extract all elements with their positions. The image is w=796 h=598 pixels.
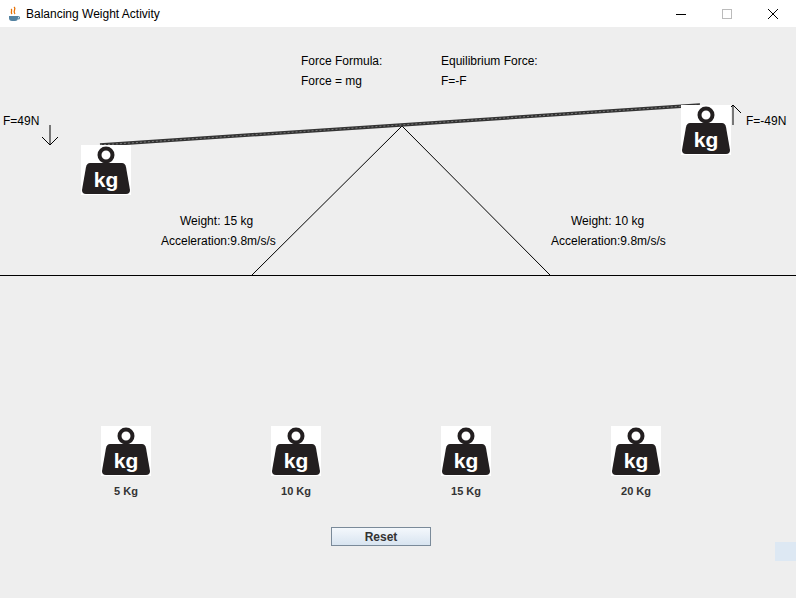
title-bar: Balancing Weight Activity bbox=[0, 0, 796, 27]
weight-palette: kg 5 Kg kg 10 Kg kg 15 Kg kg 20 Kg bbox=[66, 426, 696, 498]
weight-label: Weight: 15 kg bbox=[180, 214, 253, 228]
weight-label: Weight: 10 kg bbox=[571, 214, 644, 228]
acceleration-label: Acceleration:9.8m/s/s bbox=[161, 234, 276, 248]
minimize-button[interactable] bbox=[658, 0, 704, 27]
weight-option-label: 20 Kg bbox=[621, 484, 651, 498]
weight-icon-label: kg bbox=[94, 168, 119, 191]
weight-icon-label: kg bbox=[114, 449, 139, 472]
weight-icon[interactable]: kg bbox=[611, 426, 661, 476]
weight-option-label: 15 Kg bbox=[451, 484, 481, 498]
window-title: Balancing Weight Activity bbox=[26, 7, 160, 21]
placed-weight-icon[interactable]: kg bbox=[681, 105, 731, 155]
weight-icon[interactable]: kg bbox=[101, 426, 151, 476]
weight-option[interactable]: kg 5 Kg bbox=[66, 426, 186, 498]
minimize-icon bbox=[676, 9, 686, 19]
formula-value: Force = mg bbox=[301, 74, 362, 88]
placed-weight-icon[interactable]: kg bbox=[81, 145, 131, 195]
weight-icon-label: kg bbox=[624, 449, 649, 472]
formula-value: F=-F bbox=[441, 74, 467, 88]
activity-canvas: Force Formula: Force = mg Equilibrium Forc… bbox=[0, 27, 796, 598]
maximize-icon bbox=[722, 9, 732, 19]
reset-button-label: Reset bbox=[365, 530, 398, 544]
reset-button[interactable]: Reset bbox=[331, 527, 431, 546]
weight-icon-label: kg bbox=[284, 449, 309, 472]
weight-option[interactable]: kg 20 Kg bbox=[576, 426, 696, 498]
weight-icon[interactable]: kg bbox=[271, 426, 321, 476]
java-icon bbox=[7, 6, 21, 22]
formula-label: Force Formula: bbox=[301, 54, 382, 68]
close-icon bbox=[768, 9, 778, 19]
force-label: F=-49N bbox=[746, 114, 786, 128]
close-button[interactable] bbox=[750, 0, 796, 27]
weight-icon-label: kg bbox=[694, 128, 719, 151]
maximize-button[interactable] bbox=[704, 0, 750, 27]
weight-option[interactable]: kg 15 Kg bbox=[406, 426, 526, 498]
weight-option-label: 5 Kg bbox=[114, 484, 138, 498]
corner-block bbox=[775, 542, 796, 561]
app-window: Balancing Weight Activity Force Formula:… bbox=[0, 0, 796, 598]
force-label: F=49N bbox=[3, 114, 39, 128]
down-arrow-icon bbox=[42, 125, 58, 146]
acceleration-label: Acceleration:9.8m/s/s bbox=[551, 234, 666, 248]
weight-option-label: 10 Kg bbox=[281, 484, 311, 498]
formula-label: Equilibrium Force: bbox=[441, 54, 538, 68]
weight-icon[interactable]: kg bbox=[441, 426, 491, 476]
weight-option[interactable]: kg 10 Kg bbox=[236, 426, 356, 498]
weight-icon-label: kg bbox=[454, 449, 479, 472]
